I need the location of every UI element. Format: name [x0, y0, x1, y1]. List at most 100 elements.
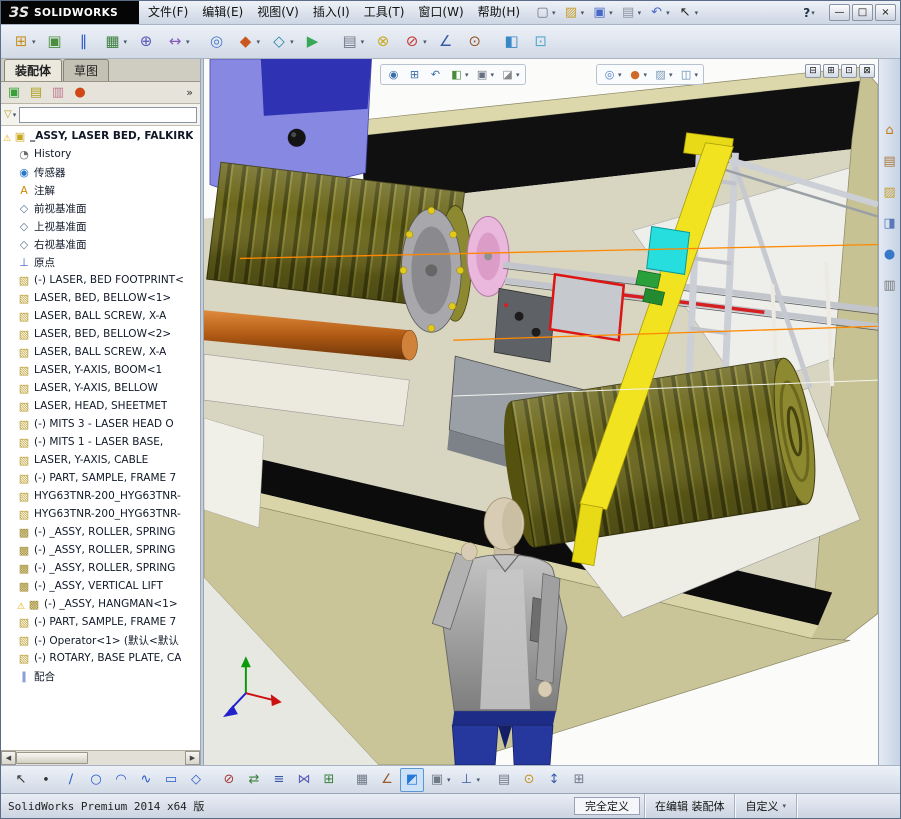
spline-icon[interactable]: ∿ — [134, 768, 158, 792]
new-motion-study-icon[interactable]: ▶ — [299, 29, 327, 55]
note-icon[interactable]: ▤ — [492, 768, 516, 792]
section-view-icon[interactable]: ◧ — [447, 66, 471, 83]
show-hidden-components-icon[interactable]: ◎ — [203, 29, 231, 55]
menu-item[interactable]: 工具(T) — [357, 1, 412, 24]
exploded-view-icon[interactable]: ⊗ — [369, 29, 397, 55]
trim-entities-icon[interactable]: ⊘ — [217, 768, 241, 792]
viewport-canvas[interactable] — [204, 59, 878, 765]
bill-of-materials-icon[interactable]: ▤ — [336, 29, 369, 55]
scroll-thumb[interactable] — [16, 752, 88, 764]
smart-fasteners-icon[interactable]: ⊕ — [132, 29, 160, 55]
panel-tab[interactable]: 装配体 — [4, 59, 62, 81]
tree-item[interactable]: ▩ (-) _ASSY, VERTICAL LIFT — [1, 577, 200, 595]
tree-item[interactable]: ▧ LASER, BED, BELLOW<2> — [1, 325, 200, 343]
tree-item[interactable]: ▧ HYG63TNR-200_HYG63TNR- — [1, 505, 200, 523]
move-entities-icon[interactable]: ↕ — [542, 768, 566, 792]
menu-item[interactable]: 编辑(E) — [195, 1, 250, 24]
edit-component-icon[interactable]: ▣ — [41, 29, 69, 55]
section-view-icon[interactable]: ◧ — [498, 29, 526, 55]
help-button[interactable]: ? — [799, 4, 819, 22]
appearances-scenes-icon[interactable]: ● — [881, 245, 899, 263]
dimxpertmanager-tab-icon[interactable]: ● — [70, 84, 90, 102]
undo-icon[interactable]: ↶ — [645, 3, 673, 23]
tree-filter-input[interactable] — [19, 107, 197, 123]
reference-geometry-icon[interactable]: ◇ — [265, 29, 298, 55]
mass-properties-icon[interactable]: ⊙ — [461, 29, 489, 55]
propertymanager-tab-icon[interactable]: ▤ — [26, 84, 46, 102]
view-palette-icon[interactable]: ◨ — [881, 214, 899, 232]
save-icon[interactable]: ▣ — [588, 3, 616, 23]
previous-view-icon[interactable]: ↶ — [426, 66, 445, 83]
mirror-entities-icon[interactable]: ⋈ — [292, 768, 316, 792]
tree-item[interactable]: ▧ HYG63TNR-200_HYG63TNR- — [1, 487, 200, 505]
open-icon[interactable]: ▨ — [560, 3, 588, 23]
tree-item[interactable]: ▧ (-) Operator<1> (默认<默认 — [1, 631, 200, 649]
zoom-area-icon[interactable]: ⊞ — [405, 66, 424, 83]
offset-entities-icon[interactable]: ≡ — [267, 768, 291, 792]
view-settings-icon[interactable]: ◫ — [677, 66, 701, 83]
display-style-icon[interactable]: ◪ — [498, 66, 522, 83]
graphics-area[interactable]: ◉ ⊞ ↶ ◧ ▣ ◪ ◎ ● ▨ — [204, 59, 878, 765]
tree-item[interactable]: ⊥ 原点 — [1, 253, 200, 271]
menu-item[interactable]: 视图(V) — [250, 1, 306, 24]
insert-components-icon[interactable]: ⊞ — [7, 29, 40, 55]
measure-icon[interactable]: ∠ — [432, 29, 460, 55]
print-icon[interactable]: ▤ — [617, 3, 645, 23]
tree-item[interactable]: ◇ 上视基准面 — [1, 217, 200, 235]
tree-item[interactable]: ▣ _ASSY, LASER BED, FALKIRK — [1, 127, 200, 145]
linear-sketch-pattern-icon[interactable]: ⊞ — [317, 768, 341, 792]
display-grid-icon[interactable]: ▦ — [350, 768, 374, 792]
line-icon[interactable]: ∕ — [59, 768, 83, 792]
tree-item[interactable]: A 注解 — [1, 181, 200, 199]
doc-maximize-button[interactable]: ⊞ — [823, 64, 839, 78]
general-table-icon[interactable]: ⊞ — [567, 768, 591, 792]
select-cursor-icon[interactable]: ↖ — [674, 3, 702, 23]
tree-item[interactable]: ▧ (-) ROTARY, BASE PLATE, CA — [1, 649, 200, 667]
index-disc[interactable] — [467, 217, 509, 297]
tree-item[interactable]: ◇ 右视基准面 — [1, 235, 200, 253]
linear-component-pattern-icon[interactable]: ▦ — [99, 29, 132, 55]
scroll-track[interactable] — [16, 751, 185, 765]
tree-item[interactable]: ▧ LASER, Y-AXIS, BELLOW — [1, 379, 200, 397]
assembly-features-icon[interactable]: ◆ — [232, 29, 265, 55]
close-button[interactable]: × — [875, 4, 896, 21]
tree-item[interactable]: ▩ (-) _ASSY, ROLLER, SPRING — [1, 559, 200, 577]
scroll-right-button[interactable]: ▶ — [185, 751, 200, 765]
menu-item[interactable]: 帮助(H) — [471, 1, 527, 24]
zoom-fit-icon[interactable]: ◉ — [384, 66, 403, 83]
menu-item[interactable]: 文件(F) — [141, 1, 195, 24]
minimize-button[interactable]: — — [829, 4, 850, 21]
select-icon[interactable]: ↖ — [9, 768, 33, 792]
view-cube-icon[interactable]: ▣ — [425, 768, 454, 792]
tree-item[interactable]: ▧ LASER, BED, BELLOW<1> — [1, 289, 200, 307]
status-custom-toolbar[interactable]: 自定义 — [734, 794, 796, 818]
doc-close-button[interactable]: ⊠ — [859, 64, 875, 78]
tree-item[interactable]: ▧ LASER, BALL SCREW, X-A — [1, 343, 200, 361]
filter-funnel-icon[interactable]: ▽ — [4, 109, 16, 120]
manager-overflow-button[interactable]: » — [182, 86, 197, 99]
panel-tab[interactable]: 草图 — [63, 59, 109, 81]
menu-item[interactable]: 窗口(W) — [411, 1, 470, 24]
balloon-icon[interactable]: ⊙ — [517, 768, 541, 792]
tree-item[interactable]: ▧ (-) LASER, BED FOOTPRINT< — [1, 271, 200, 289]
menu-item[interactable]: 插入(I) — [306, 1, 357, 24]
custom-properties-icon[interactable]: ▥ — [881, 276, 899, 294]
tree-item[interactable]: ◉ 传感器 — [1, 163, 200, 181]
screen-capture-icon[interactable]: ⊡ — [527, 29, 555, 55]
tree-item[interactable]: ▧ (-) MITS 1 - LASER BASE, — [1, 433, 200, 451]
tree-item[interactable]: ▧ (-) PART, SAMPLE, FRAME 7 — [1, 469, 200, 487]
move-component-icon[interactable]: ↔ — [161, 29, 194, 55]
tree-item[interactable]: ▧ (-) PART, SAMPLE, FRAME 7 — [1, 613, 200, 631]
solidworks-resources-icon[interactable]: ⌂ — [881, 121, 899, 139]
view-orientation-icon[interactable]: ▣ — [473, 66, 497, 83]
tree-item[interactable]: ▩ (-) _ASSY, HANGMAN<1> — [1, 595, 200, 613]
polygon-icon[interactable]: ◇ — [184, 768, 208, 792]
doc-restore-button[interactable]: ⊡ — [841, 64, 857, 78]
design-library-icon[interactable]: ▤ — [881, 152, 899, 170]
point-icon[interactable]: ∙ — [34, 768, 58, 792]
edit-appearance-icon[interactable]: ● — [626, 66, 650, 83]
interference-detection-icon[interactable]: ⊘ — [398, 29, 431, 55]
apply-scene-icon[interactable]: ▨ — [651, 66, 675, 83]
tree-item[interactable]: ▩ (-) _ASSY, ROLLER, SPRING — [1, 541, 200, 559]
circle-icon[interactable]: ○ — [84, 768, 108, 792]
